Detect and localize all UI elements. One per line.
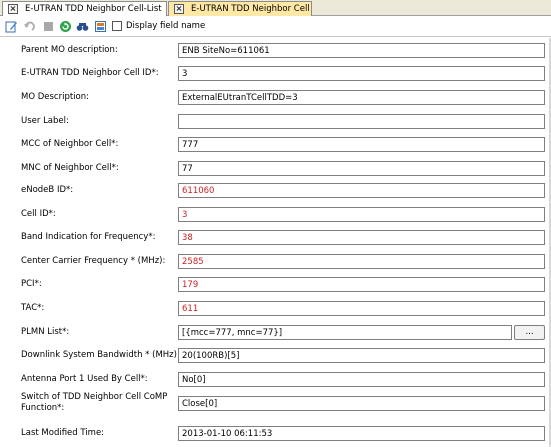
- mnc-field[interactable]: 77: [178, 161, 545, 176]
- field-label: Parent MO description:: [21, 45, 118, 55]
- export-icon[interactable]: [94, 20, 107, 33]
- tab-neighbor-cell[interactable]: × E-UTRAN TDD Neighbor Cell: [168, 1, 312, 16]
- display-field-name-checkbox[interactable]: [112, 21, 122, 31]
- pci-field[interactable]: 179: [178, 277, 545, 292]
- field-label: PLMN List*:: [21, 327, 70, 337]
- close-icon[interactable]: ×: [174, 4, 184, 14]
- tab-label: E-UTRAN TDD Neighbor Cell: [191, 4, 310, 14]
- tab-strip: × E-UTRAN TDD Neighbor Cell-List × E-UTR…: [0, 0, 551, 16]
- field-label: eNodeB ID*:: [21, 185, 74, 195]
- field-label: Center Carrier Frequency * (MHz):: [21, 256, 166, 266]
- tac-field[interactable]: 611: [178, 301, 545, 316]
- field-label: Cell ID*:: [21, 209, 56, 219]
- field-label: TAC*:: [21, 303, 45, 313]
- field-label: PCI*:: [21, 279, 42, 289]
- field-label-line: Switch of TDD Neighbor Cell CoMP: [21, 392, 168, 402]
- field-label: Downlink System Bandwidth * (MHz):: [21, 350, 180, 360]
- cell-id-field[interactable]: 3: [178, 207, 545, 222]
- edit-icon[interactable]: [5, 20, 18, 33]
- field-label: MCC of Neighbor Cell*:: [21, 139, 119, 149]
- tab-neighbor-cell-list[interactable]: × E-UTRAN TDD Neighbor Cell-List: [2, 1, 167, 16]
- stop-icon[interactable]: [42, 20, 55, 33]
- parent-mo-description-field[interactable]: ENB SiteNo=611061: [178, 43, 545, 58]
- field-label: User Label:: [21, 116, 69, 126]
- undo-icon[interactable]: [23, 20, 36, 33]
- center-carrier-frequency-field[interactable]: 2585: [178, 254, 545, 269]
- downlink-bandwidth-field[interactable]: 20(100RB)[5]: [178, 348, 545, 363]
- toolbar: Display field name: [0, 17, 551, 37]
- comp-switch-field[interactable]: Close[0]: [178, 396, 545, 411]
- find-icon[interactable]: [76, 20, 89, 33]
- antenna-port-field[interactable]: No[0]: [178, 372, 545, 387]
- field-label: Last Modified Time:: [21, 428, 105, 438]
- neighbor-cell-id-field[interactable]: 3: [178, 66, 545, 81]
- close-icon[interactable]: ×: [8, 4, 18, 14]
- mcc-field[interactable]: 777: [178, 137, 545, 152]
- plmn-list-browse-button[interactable]: ...: [514, 325, 545, 340]
- field-label: E-UTRAN TDD Neighbor Cell ID*:: [21, 68, 159, 78]
- field-label: MO Description:: [21, 92, 89, 102]
- field-label: Band Indication for Frequency*:: [21, 232, 156, 242]
- refresh-icon[interactable]: [59, 20, 72, 33]
- tab-label: E-UTRAN TDD Neighbor Cell-List: [25, 4, 162, 14]
- plmn-list-field[interactable]: [{mcc=777, mnc=77}]: [178, 325, 512, 340]
- enodeb-id-field[interactable]: 611060: [178, 183, 545, 198]
- field-label: Switch of TDD Neighbor Cell CoMP Function…: [21, 392, 167, 414]
- cell-properties-form: Parent MO description: ENB SiteNo=611061…: [0, 38, 549, 447]
- last-modified-time-field[interactable]: 2013-01-10 06:11:53: [178, 426, 545, 441]
- field-label: Antenna Port 1 Used By Cell*:: [21, 374, 148, 384]
- field-label-line: Function*:: [21, 403, 65, 413]
- display-field-name-label: Display field name: [126, 21, 206, 31]
- mo-description-field[interactable]: ExternalEUtranTCellTDD=3: [178, 90, 545, 105]
- user-label-field[interactable]: [178, 114, 545, 129]
- field-label: MNC of Neighbor Cell*:: [21, 163, 119, 173]
- band-indication-field[interactable]: 38: [178, 230, 545, 245]
